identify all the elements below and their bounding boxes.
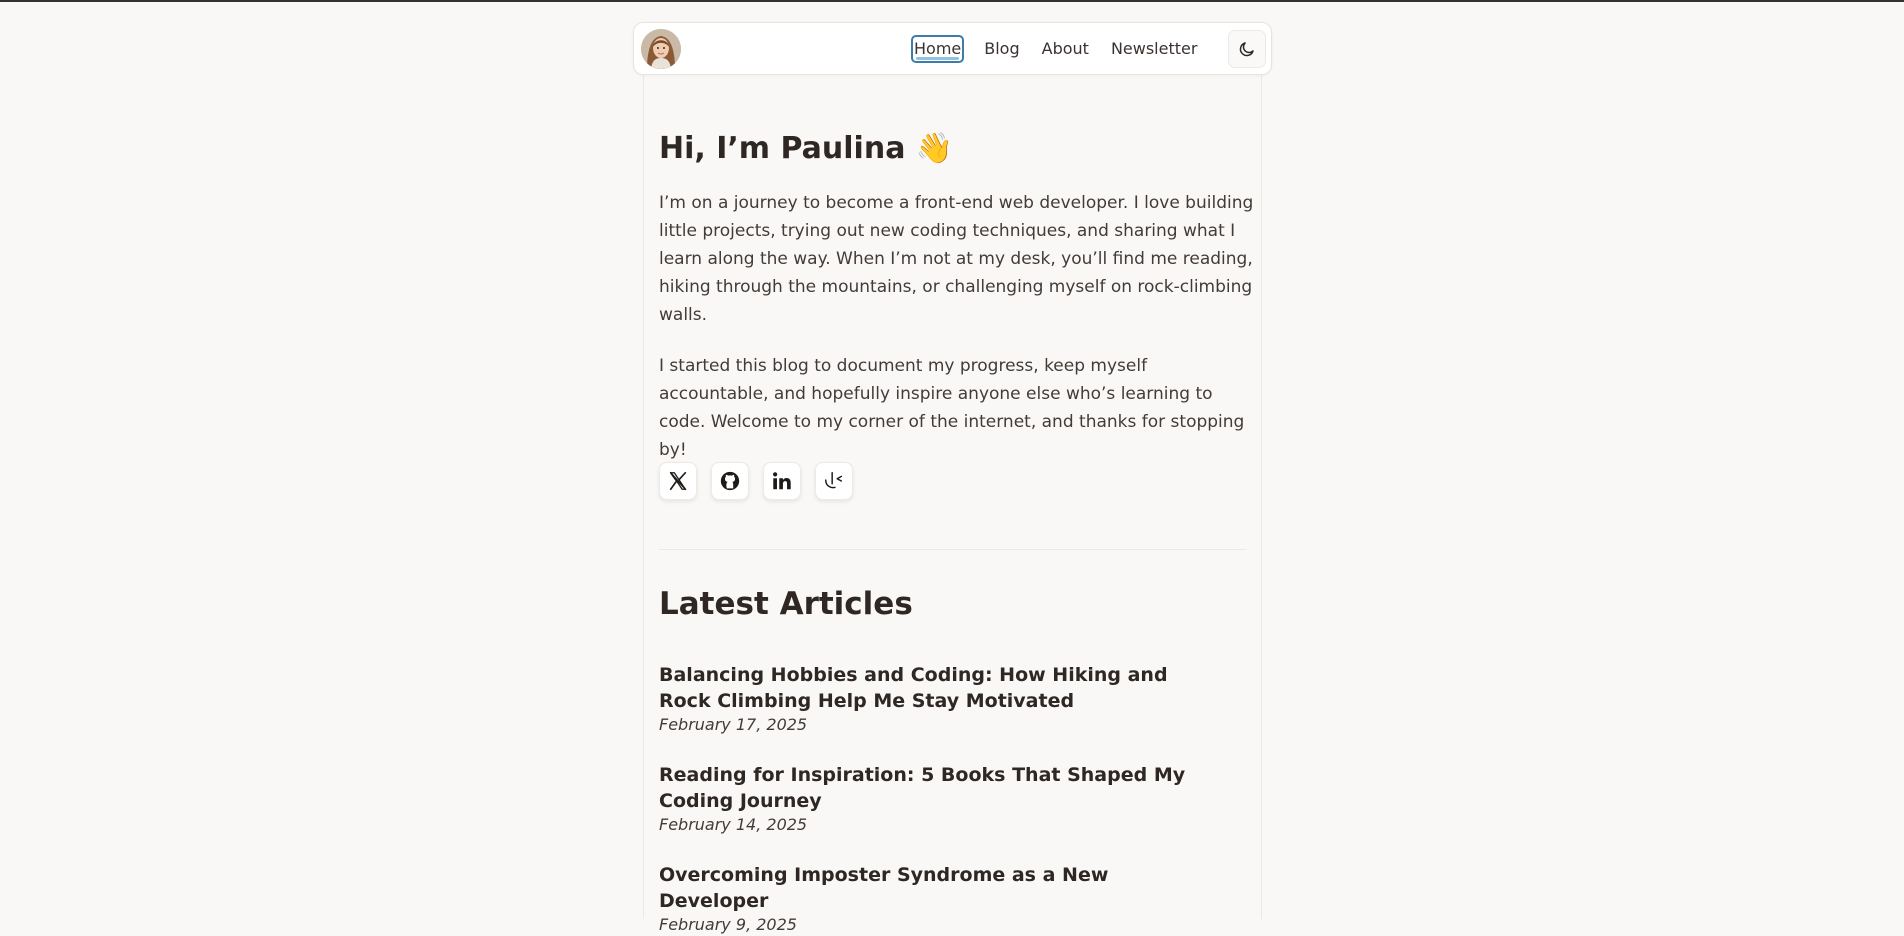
github-icon (720, 471, 740, 491)
nav-link-home[interactable]: Home (911, 35, 965, 63)
top-border (0, 0, 1904, 2)
github-link[interactable] (711, 462, 749, 500)
moon-icon (1239, 42, 1254, 57)
linkedin-link[interactable] (763, 462, 801, 500)
navbar: Home Blog About Newsletter (633, 22, 1272, 75)
nav-link-newsletter[interactable]: Newsletter (1111, 36, 1198, 62)
latest-articles-heading: Latest Articles (659, 586, 913, 622)
avatar[interactable] (641, 29, 681, 69)
bio-paragraph-2: I started this blog to document my progr… (659, 356, 1245, 460)
page-title-text: Hi, I’m Paulina (659, 131, 906, 166)
nav-link-about[interactable]: About (1042, 36, 1089, 62)
article-item: Reading for Inspiration: 5 Books That Sh… (659, 762, 1219, 836)
article-item: Overcoming Imposter Syndrome as a New De… (659, 862, 1219, 936)
bio-paragraph-1: I’m on a journey to become a front-end w… (659, 193, 1254, 325)
avatar-image (641, 29, 681, 69)
article-title-link[interactable]: Reading for Inspiration: 5 Books That Sh… (659, 762, 1219, 814)
article-date: February 14, 2025 (659, 815, 808, 834)
article-item: Balancing Hobbies and Coding: How Hiking… (659, 662, 1219, 736)
article-date: February 17, 2025 (659, 715, 808, 734)
theme-toggle-button[interactable] (1228, 30, 1266, 68)
frontend-mentor-link[interactable] (815, 462, 853, 500)
nav-links: Home Blog About Newsletter (911, 34, 1219, 64)
article-title-link[interactable]: Balancing Hobbies and Coding: How Hiking… (659, 662, 1219, 714)
x-link[interactable] (659, 462, 697, 500)
waving-hand-emoji: 👋 (915, 131, 954, 166)
frontend-mentor-icon (825, 472, 843, 489)
page-title: Hi, I’m Paulina 👋 (659, 124, 954, 174)
article-title-link[interactable]: Overcoming Imposter Syndrome as a New De… (659, 862, 1219, 914)
linkedin-icon (773, 472, 791, 490)
section-divider (659, 549, 1246, 550)
social-links (659, 462, 867, 500)
x-icon (669, 471, 687, 491)
article-date: February 9, 2025 (659, 915, 797, 934)
nav-link-blog[interactable]: Blog (984, 36, 1019, 62)
